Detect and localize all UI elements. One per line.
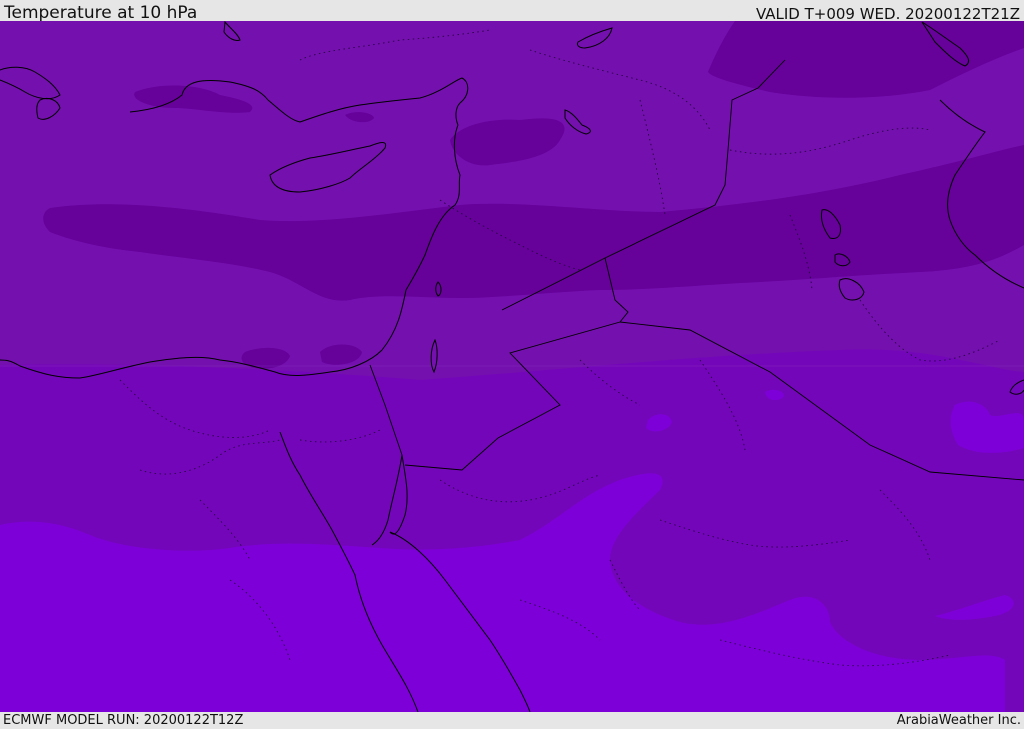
temperature-map[interactable]: [0, 21, 1024, 712]
model-run-label: ECMWF MODEL RUN: 20200122T12Z: [3, 713, 244, 728]
credit-label: ArabiaWeather Inc.: [896, 713, 1021, 728]
bottom-bar: ECMWF MODEL RUN: 20200122T12Z ArabiaWeat…: [0, 712, 1024, 729]
top-bar: Temperature at 10 hPa VALID T+009 WED. 2…: [0, 0, 1024, 23]
map-title: Temperature at 10 hPa: [4, 3, 198, 23]
